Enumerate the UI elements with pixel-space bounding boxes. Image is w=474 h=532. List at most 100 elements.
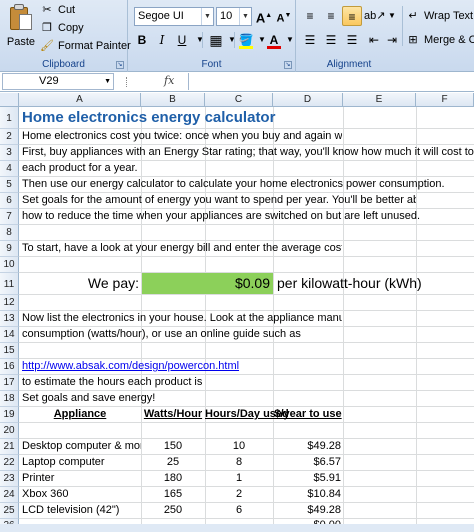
cell-a2[interactable]: Home electronics cost you twice: once wh… [22, 130, 342, 142]
align-center-icon[interactable]: ☰ [321, 30, 341, 50]
row-header-21[interactable]: 21 [0, 439, 19, 455]
cell-a3[interactable]: First, buy appliances with an Energy Sta… [22, 146, 474, 158]
appliance-name[interactable]: Printer [22, 472, 54, 484]
decrease-indent-icon[interactable]: ⇤ [364, 30, 384, 50]
row-header-16[interactable]: 16 [0, 359, 19, 375]
cell-a5[interactable]: Then use our energy calculator to calcul… [22, 178, 445, 190]
cell-a17[interactable]: to estimate the hours each product is us… [22, 376, 205, 388]
watts-value[interactable]: 150 [141, 440, 205, 452]
cell-a13[interactable]: Now list the electronics in your house. … [22, 312, 342, 324]
header-hours-day: Hours/Day used [205, 408, 289, 420]
cut-button[interactable]: ✂ Cut [40, 2, 75, 18]
align-left-icon[interactable]: ☰ [300, 30, 320, 50]
shrink-font-button[interactable]: A▼ [274, 6, 294, 26]
column-header-d[interactable]: D [273, 93, 343, 107]
row-header-5[interactable]: 5 [0, 177, 19, 193]
row-header-13[interactable]: 13 [0, 311, 19, 327]
row-header-19[interactable]: 19 [0, 407, 19, 423]
row-header-24[interactable]: 24 [0, 487, 19, 503]
row-header-6[interactable]: 6 [0, 193, 19, 209]
formula-bar-grip[interactable] [126, 77, 129, 87]
wrap-text-icon: ↵ [408, 10, 418, 22]
row-header-9[interactable]: 9 [0, 241, 19, 257]
clipboard-dialog-launcher-icon[interactable]: ↘ [116, 61, 124, 69]
select-all-corner[interactable] [0, 93, 19, 107]
column-header-a[interactable]: A [19, 93, 141, 107]
orientation-icon[interactable]: ab↗ [364, 6, 385, 26]
powercon-link[interactable]: http://www.absak.com/design/powercon.htm… [22, 360, 239, 372]
formula-input[interactable] [188, 73, 474, 90]
row-header-25[interactable]: 25 [0, 503, 19, 519]
watts-value[interactable]: 165 [141, 488, 205, 500]
bold-button[interactable]: B [132, 30, 152, 50]
align-bottom-icon[interactable]: ≡ [342, 6, 362, 26]
row-header-2[interactable]: 2 [0, 129, 19, 145]
cell-a4[interactable]: each product for a year. [22, 162, 138, 174]
italic-button[interactable]: I [152, 30, 172, 50]
row-header-22[interactable]: 22 [0, 455, 19, 471]
cell-a18[interactable]: Set goals and save energy! [22, 392, 155, 404]
hours-value[interactable]: 2 [205, 488, 273, 500]
chevron-down-icon[interactable]: ▼ [239, 8, 251, 25]
column-header-e[interactable]: E [343, 93, 416, 107]
font-size-select[interactable]: 10 ▼ [216, 7, 252, 26]
hours-value[interactable]: 10 [205, 440, 273, 452]
align-right-icon[interactable]: ☰ [342, 30, 362, 50]
column-header-c[interactable]: C [205, 93, 273, 107]
appliance-name[interactable]: LCD television (42") [22, 504, 119, 516]
align-middle-icon[interactable]: ≡ [321, 6, 341, 26]
hours-value[interactable]: 1 [205, 472, 273, 484]
row-header-11[interactable]: 11 [0, 273, 19, 295]
row-header-3[interactable]: 3 [0, 145, 19, 161]
insert-function-icon[interactable]: fx [164, 74, 174, 87]
column-header-f[interactable]: F [416, 93, 474, 107]
chevron-down-icon[interactable]: ▼ [104, 74, 111, 89]
row-header-14[interactable]: 14 [0, 327, 19, 343]
wrap-text-button[interactable]: ↵ Wrap Text [406, 8, 473, 24]
orientation-dropdown-icon[interactable]: ▼ [382, 6, 402, 26]
cost-value: $5.91 [313, 472, 341, 484]
chevron-down-icon[interactable]: ▼ [201, 8, 213, 25]
cell-a7[interactable]: how to reduce the time when your applian… [22, 210, 420, 222]
row-header-15[interactable]: 15 [0, 343, 19, 359]
font-color-icon: A [269, 33, 279, 47]
hours-value[interactable]: 8 [205, 456, 273, 468]
format-painter-button[interactable]: 🖌 Format Painter [40, 38, 131, 54]
row-header-7[interactable]: 7 [0, 209, 19, 225]
row-header-23[interactable]: 23 [0, 471, 19, 487]
watts-value[interactable]: 25 [141, 456, 205, 468]
merge-center-button[interactable]: ⊞ Merge & Cen [406, 32, 474, 48]
cost-value: $49.28 [307, 504, 341, 516]
hours-value[interactable]: 6 [205, 504, 273, 516]
paste-button[interactable]: Paste [4, 2, 38, 54]
grow-font-button[interactable]: A▲ [254, 6, 274, 26]
cell-a14[interactable]: consumption (watts/hour), or use an onli… [22, 328, 301, 340]
name-box[interactable]: V29 ▼ [2, 73, 114, 90]
row-header-18[interactable]: 18 [0, 391, 19, 407]
align-top-icon[interactable]: ≡ [300, 6, 320, 26]
watts-value[interactable]: 180 [141, 472, 205, 484]
appliance-name[interactable]: Xbox 360 [22, 488, 68, 500]
row-header-1[interactable]: 1 [0, 107, 19, 129]
font-name-select[interactable]: Segoe UI ▼ [134, 7, 214, 26]
watts-value[interactable]: 250 [141, 504, 205, 516]
row-header-17[interactable]: 17 [0, 375, 19, 391]
appliance-name[interactable]: Desktop computer & monito [22, 440, 141, 452]
appliance-name[interactable]: Laptop computer [22, 456, 105, 468]
row-header-4[interactable]: 4 [0, 161, 19, 177]
row-header-20[interactable]: 20 [0, 423, 19, 439]
column-header-b[interactable]: B [141, 93, 205, 107]
price-per-kwh-input[interactable]: $0.09 [143, 275, 270, 291]
copy-button[interactable]: ❐ Copy [40, 20, 84, 36]
row-header-12[interactable]: 12 [0, 295, 19, 311]
cell-a9[interactable]: To start, have a look at your energy bil… [22, 242, 342, 254]
spreadsheet-grid[interactable]: A B C D E F 1 2 3 4 5 6 7 8 9 10 11 12 1… [0, 93, 474, 532]
header-appliance: Appliance [53, 408, 107, 420]
name-box-value: V29 [39, 75, 59, 87]
font-dialog-launcher-icon[interactable]: ↘ [284, 61, 292, 69]
row-header-8[interactable]: 8 [0, 225, 19, 241]
cell-a6[interactable]: Set goals for the amount of energy you w… [22, 194, 416, 206]
underline-button[interactable]: U [172, 30, 192, 50]
row-header-10[interactable]: 10 [0, 257, 19, 273]
increase-indent-icon[interactable]: ⇥ [382, 30, 402, 50]
